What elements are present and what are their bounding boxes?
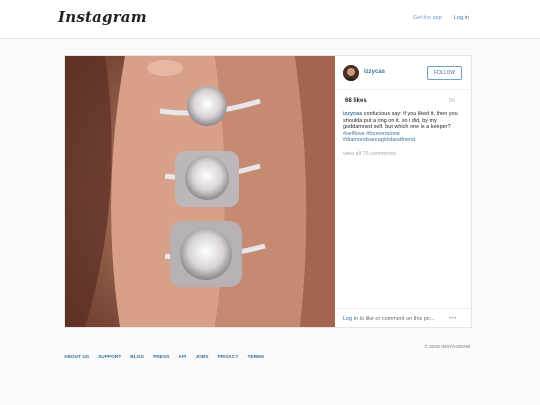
caption-username[interactable]: izzycas: [343, 111, 362, 117]
login-prompt-text: to like or comment on this po...: [358, 316, 435, 322]
footer-link-blog[interactable]: BLOG: [130, 355, 144, 360]
footer-link-about-us[interactable]: ABOUT US: [64, 355, 89, 360]
caption-hashtags[interactable]: #selflove #foreveralone: [343, 131, 467, 138]
footer-link-support[interactable]: SUPPORT: [98, 355, 121, 360]
login-prompt: Log in to like or comment on this po...: [343, 316, 434, 322]
rings-photo-illustration: [65, 56, 335, 327]
follow-button[interactable]: FOLLOW: [427, 66, 462, 80]
footer-link-api[interactable]: API: [178, 355, 186, 360]
avatar[interactable]: [343, 65, 359, 81]
more-options-icon[interactable]: •••: [449, 316, 457, 322]
instagram-logo[interactable]: Instagram: [58, 8, 147, 26]
footer: ABOUT US SUPPORT BLOG PRESS API JOBS PRIVACY TE…: [64, 345, 470, 360]
avatar-image: [343, 65, 359, 81]
login-link[interactable]: Log in: [454, 15, 469, 21]
post-timestamp[interactable]: 5h: [449, 98, 455, 104]
copyright: © 2015 INSTAGRAM: [424, 345, 470, 350]
footer-link-jobs[interactable]: JOBS: [195, 355, 208, 360]
like-count[interactable]: 68 likes: [345, 98, 367, 104]
post-sidebar: izzycas FOLLOW 68 likes 5h izzycas confu…: [335, 56, 471, 327]
top-header: Instagram Get the app Log in: [0, 0, 540, 39]
footer-link-privacy[interactable]: PRIVACY: [217, 355, 238, 360]
post-photo[interactable]: [65, 56, 335, 327]
post-action-bar: Log in to like or comment on this po... …: [335, 308, 471, 328]
caption-hashtags[interactable]: #diamondsareagirlsbestfriend: [343, 137, 467, 144]
footer-link-press[interactable]: PRESS: [153, 355, 169, 360]
post-username[interactable]: izzycas: [364, 69, 385, 75]
post-caption: izzycas confucious say: if you liked it,…: [343, 111, 467, 144]
get-the-app-link[interactable]: Get the app: [413, 15, 442, 21]
post-card: izzycas FOLLOW 68 likes 5h izzycas confu…: [64, 55, 472, 328]
view-all-comments-link[interactable]: view all 75 comments: [343, 151, 396, 157]
footer-link-terms[interactable]: TERMS: [247, 355, 264, 360]
post-author-row: izzycas FOLLOW: [335, 56, 471, 90]
login-prompt-link[interactable]: Log in: [343, 316, 358, 322]
